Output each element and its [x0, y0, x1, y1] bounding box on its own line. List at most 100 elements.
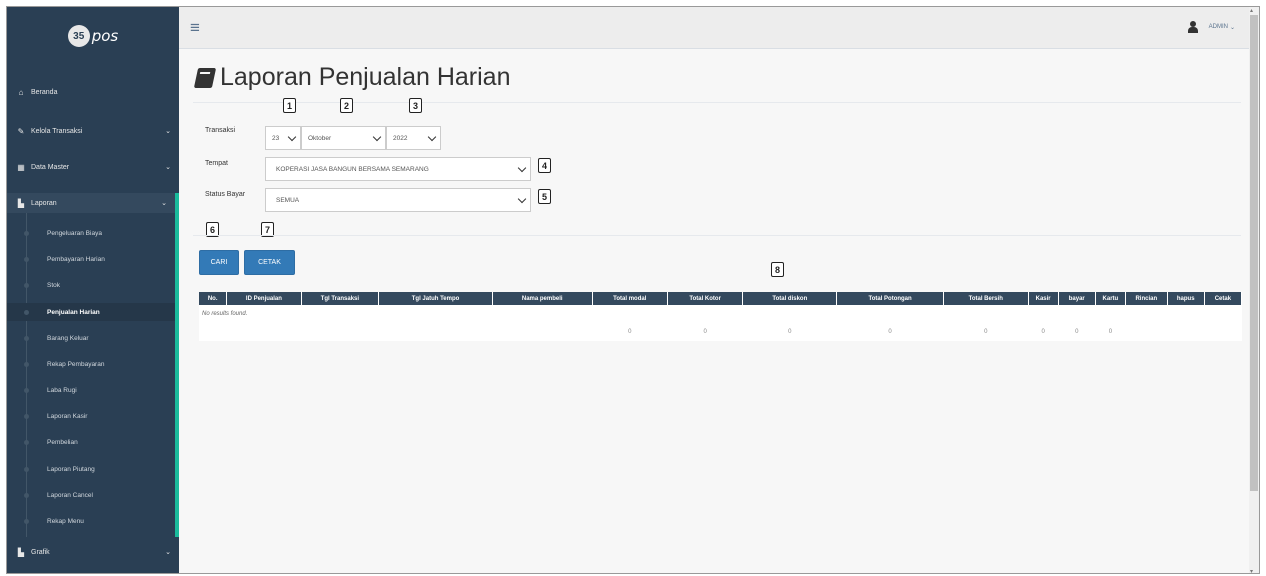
column-header[interactable]: Total diskon: [742, 292, 838, 305]
annotation-marker: 4: [538, 158, 551, 173]
chevron-down-icon: [517, 194, 527, 204]
total-potongan-value: 0: [888, 329, 892, 335]
submenu-item-laporan-kasir[interactable]: Laporan Kasir: [7, 407, 175, 425]
chevron-down-icon: [517, 163, 527, 173]
sidebar-item-label: Grafik: [31, 548, 50, 556]
submenu-item-laporan-piutang[interactable]: Laporan Piutang: [7, 460, 175, 478]
chevron-down-icon: ⌄: [165, 164, 171, 171]
submenu-item-laporan-cancel[interactable]: Laporan Cancel: [7, 486, 175, 504]
submenu-item-laba-rugi[interactable]: Laba Rugi: [7, 381, 175, 399]
scrollbar-thumb[interactable]: [1250, 15, 1258, 491]
column-header[interactable]: Total Kotor: [667, 292, 744, 305]
chevron-down-icon: ⌄: [161, 200, 167, 207]
chevron-down-icon: ⌄: [165, 549, 171, 556]
submenu-item-rekap-pembayaran[interactable]: Rekap Pembayaran: [7, 355, 175, 373]
annotation-marker: 3: [409, 98, 422, 113]
submenu-item-rekap-menu[interactable]: Rekap Menu: [7, 512, 175, 530]
main-content: Laporan Penjualan Harian 1 2 3 Transaksi…: [179, 50, 1251, 573]
scroll-up-icon[interactable]: ▴: [1250, 7, 1253, 14]
cari-button[interactable]: CARI: [199, 250, 239, 275]
sidebar-item-data-master[interactable]: ▦ Data Master ⌄: [7, 157, 179, 177]
column-header[interactable]: Tgl Jatuh Tempo: [378, 292, 493, 305]
divider: [193, 235, 1241, 236]
menu-toggle-icon[interactable]: ≡: [190, 18, 200, 38]
edit-icon: ✎: [17, 126, 25, 136]
logo-text: pos: [91, 27, 119, 45]
sidebar-item-kelola-transaksi[interactable]: ✎ Kelola Transaksi ⌄: [7, 121, 179, 141]
chart-icon: ▙: [17, 547, 25, 557]
bayar-value: 0: [1075, 329, 1079, 335]
sidebar-item-label: Beranda: [31, 88, 58, 96]
submenu-item-pengeluaran-biaya[interactable]: Pengeluaran Biaya: [7, 224, 175, 242]
kartu-value: 0: [1108, 329, 1113, 335]
sidebar-item-label: Laporan: [31, 199, 57, 207]
cetak-button[interactable]: CETAK: [244, 250, 295, 275]
sales-table: No. ID Penjualan Tgl Transaksi Tgl Jatuh…: [199, 292, 1243, 341]
table-totals-row: 0 0 0 0 0 0 0 0: [199, 323, 1242, 341]
laporan-submenu: Pengeluaran Biaya Pembayaran Harian Stok…: [7, 213, 179, 537]
chevron-down-icon: [372, 132, 382, 142]
column-header[interactable]: Kasir: [1028, 292, 1059, 305]
status-bayar-label: Status Bayar: [205, 191, 246, 198]
annotation-marker: 8: [771, 262, 784, 277]
app-window: 35 pos ⌂ Beranda ✎ Kelola Transaksi ⌄ ▦ …: [6, 6, 1260, 574]
table-row: No results found.: [199, 305, 1242, 323]
column-header[interactable]: Total Bersih: [943, 292, 1029, 305]
kasir-value: 0: [1041, 329, 1045, 335]
book-icon: [193, 67, 217, 88]
home-icon: ⌂: [18, 87, 24, 97]
month-select[interactable]: Oktober: [301, 126, 386, 150]
column-header[interactable]: Tgl Transaksi: [301, 292, 380, 305]
app-logo[interactable]: 35 pos: [7, 7, 179, 65]
submenu-item-barang-keluar[interactable]: Barang Keluar: [7, 329, 175, 347]
sidebar-item-label: Data Master: [31, 163, 70, 171]
chevron-down-icon: ⌄: [1229, 24, 1235, 31]
total-bersih-value: 0: [984, 329, 988, 335]
user-menu[interactable]: ADMIN ⌄: [1187, 21, 1235, 33]
total-modal-value: 0: [628, 329, 632, 335]
tempat-select[interactable]: KOPERASI JASA BANGUN BERSAMA SEMARANG: [265, 157, 531, 181]
chevron-down-icon: ⌄: [165, 128, 171, 135]
logo-badge: 35: [67, 25, 90, 47]
column-header[interactable]: hapus: [1167, 292, 1205, 305]
total-diskon-value: 0: [788, 329, 792, 335]
column-header[interactable]: ID Penjualan: [226, 292, 302, 305]
column-header[interactable]: No.: [199, 292, 228, 305]
annotation-marker: 1: [283, 98, 296, 113]
no-results-text: No results found.: [202, 311, 248, 317]
column-header[interactable]: Rincian: [1125, 292, 1168, 305]
annotation-marker: 2: [340, 98, 353, 113]
column-header[interactable]: Total modal: [592, 292, 668, 305]
column-header[interactable]: Cetak: [1204, 292, 1243, 305]
column-header[interactable]: Nama pembeli: [492, 292, 593, 305]
year-select[interactable]: 2022: [386, 126, 441, 150]
tempat-label: Tempat: [205, 160, 228, 167]
sidebar-item-beranda[interactable]: ⌂ Beranda: [7, 82, 179, 102]
page-title: Laporan Penjualan Harian: [193, 63, 511, 92]
submenu-item-penjualan-harian[interactable]: Penjualan Harian: [7, 303, 175, 321]
column-header[interactable]: bayar: [1058, 292, 1096, 305]
status-bayar-select[interactable]: SEMUA: [265, 188, 531, 212]
annotation-marker: 5: [538, 189, 551, 204]
sidebar-item-label: Kelola Transaksi: [31, 127, 83, 135]
user-name: ADMIN: [1208, 24, 1228, 30]
column-header[interactable]: Kartu: [1095, 292, 1126, 305]
transaksi-label: Transaksi: [205, 127, 236, 134]
submenu-item-pembelian[interactable]: Pembelian: [7, 433, 175, 451]
chevron-down-icon: [287, 132, 297, 142]
chevron-down-icon: [427, 132, 437, 142]
table-header-row: No. ID Penjualan Tgl Transaksi Tgl Jatuh…: [199, 292, 1243, 305]
top-navbar: ≡ ADMIN ⌄: [179, 7, 1259, 49]
scroll-down-icon[interactable]: ▾: [1250, 568, 1253, 573]
chart-icon: ▙: [17, 198, 25, 208]
column-header[interactable]: Total Potongan: [836, 292, 944, 305]
sidebar: 35 pos ⌂ Beranda ✎ Kelola Transaksi ⌄ ▦ …: [7, 7, 179, 573]
sidebar-item-laporan[interactable]: ▙ Laporan ⌄: [7, 193, 179, 213]
table-icon: ▦: [17, 162, 25, 172]
vertical-scrollbar[interactable]: ▴ ▾: [1249, 7, 1259, 573]
sidebar-item-grafik[interactable]: ▙ Grafik ⌄: [7, 542, 179, 562]
submenu-item-pembayaran-harian[interactable]: Pembayaran Harian: [7, 250, 175, 268]
submenu-item-stok[interactable]: Stok: [7, 276, 175, 294]
total-kotor-value: 0: [703, 329, 707, 335]
day-select[interactable]: 23: [265, 126, 301, 150]
